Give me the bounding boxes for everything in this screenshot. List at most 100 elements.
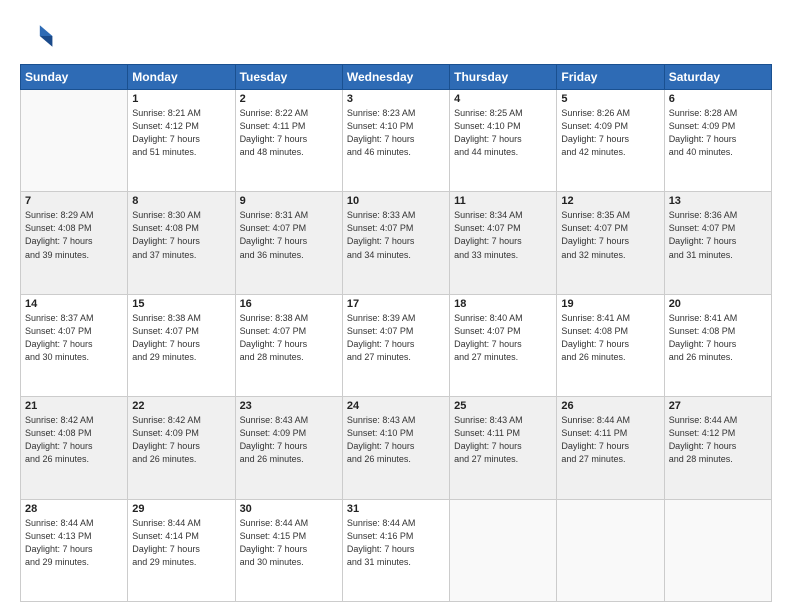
day-info: Sunrise: 8:43 AM Sunset: 4:09 PM Dayligh…: [240, 414, 338, 466]
day-info: Sunrise: 8:31 AM Sunset: 4:07 PM Dayligh…: [240, 209, 338, 261]
weekday-header-friday: Friday: [557, 65, 664, 90]
weekday-header-tuesday: Tuesday: [235, 65, 342, 90]
day-info: Sunrise: 8:44 AM Sunset: 4:16 PM Dayligh…: [347, 517, 445, 569]
day-number: 29: [132, 503, 230, 515]
day-info: Sunrise: 8:21 AM Sunset: 4:12 PM Dayligh…: [132, 107, 230, 159]
day-info: Sunrise: 8:30 AM Sunset: 4:08 PM Dayligh…: [132, 209, 230, 261]
day-number: 14: [25, 298, 123, 310]
day-number: 21: [25, 400, 123, 412]
calendar-cell: 20 Sunrise: 8:41 AM Sunset: 4:08 PM Dayli…: [664, 294, 771, 396]
calendar-cell: 4 Sunrise: 8:25 AM Sunset: 4:10 PM Daylig…: [450, 90, 557, 192]
weekday-header-thursday: Thursday: [450, 65, 557, 90]
day-number: 27: [669, 400, 767, 412]
calendar-cell: 25Sunrise: 8:43 AM Sunset: 4:11 PM Dayli…: [450, 397, 557, 499]
weekday-header-row: SundayMondayTuesdayWednesdayThursdayFrid…: [21, 65, 772, 90]
day-number: 13: [669, 195, 767, 207]
day-info: Sunrise: 8:44 AM Sunset: 4:12 PM Dayligh…: [669, 414, 767, 466]
calendar-cell: 12Sunrise: 8:35 AM Sunset: 4:07 PM Dayli…: [557, 192, 664, 294]
day-info: Sunrise: 8:33 AM Sunset: 4:07 PM Dayligh…: [347, 209, 445, 261]
calendar-cell: 29Sunrise: 8:44 AM Sunset: 4:14 PM Dayli…: [128, 499, 235, 601]
day-info: Sunrise: 8:40 AM Sunset: 4:07 PM Dayligh…: [454, 312, 552, 364]
calendar-cell: 11 Sunrise: 8:34 AM Sunset: 4:07 PM Dayli…: [450, 192, 557, 294]
calendar-cell: 9 Sunrise: 8:31 AM Sunset: 4:07 PM Daylig…: [235, 192, 342, 294]
day-number: 17: [347, 298, 445, 310]
calendar-cell: 13 Sunrise: 8:36 AM Sunset: 4:07 PM Dayli…: [664, 192, 771, 294]
calendar-cell: 23Sunrise: 8:43 AM Sunset: 4:09 PM Dayli…: [235, 397, 342, 499]
day-number: 19: [561, 298, 659, 310]
day-info: Sunrise: 8:38 AM Sunset: 4:07 PM Dayligh…: [132, 312, 230, 364]
day-number: 4: [454, 93, 552, 105]
calendar-cell: 30 Sunrise: 8:44 AM Sunset: 4:15 PM Dayli…: [235, 499, 342, 601]
day-info: Sunrise: 8:34 AM Sunset: 4:07 PM Dayligh…: [454, 209, 552, 261]
day-number: 9: [240, 195, 338, 207]
page: SundayMondayTuesdayWednesdayThursdayFrid…: [0, 0, 792, 612]
calendar-cell: 15 Sunrise: 8:38 AM Sunset: 4:07 PM Dayli…: [128, 294, 235, 396]
calendar-cell: 22Sunrise: 8:42 AM Sunset: 4:09 PM Dayli…: [128, 397, 235, 499]
calendar-cell: 19Sunrise: 8:41 AM Sunset: 4:08 PM Dayli…: [557, 294, 664, 396]
day-info: Sunrise: 8:41 AM Sunset: 4:08 PM Dayligh…: [669, 312, 767, 364]
day-number: 20: [669, 298, 767, 310]
weekday-header-sunday: Sunday: [21, 65, 128, 90]
day-number: 7: [25, 195, 123, 207]
day-number: 2: [240, 93, 338, 105]
day-info: Sunrise: 8:44 AM Sunset: 4:13 PM Dayligh…: [25, 517, 123, 569]
day-number: 15: [132, 298, 230, 310]
day-info: Sunrise: 8:37 AM Sunset: 4:07 PM Dayligh…: [25, 312, 123, 364]
calendar-cell: [557, 499, 664, 601]
calendar-cell: 17 Sunrise: 8:39 AM Sunset: 4:07 PM Dayli…: [342, 294, 449, 396]
day-number: 5: [561, 93, 659, 105]
day-info: Sunrise: 8:39 AM Sunset: 4:07 PM Dayligh…: [347, 312, 445, 364]
day-number: 6: [669, 93, 767, 105]
day-number: 8: [132, 195, 230, 207]
day-number: 30: [240, 503, 338, 515]
calendar-cell: 28Sunrise: 8:44 AM Sunset: 4:13 PM Dayli…: [21, 499, 128, 601]
logo-icon: [20, 18, 56, 54]
calendar-cell: [664, 499, 771, 601]
day-number: 24: [347, 400, 445, 412]
week-row-2: 7Sunrise: 8:29 AM Sunset: 4:08 PM Daylig…: [21, 192, 772, 294]
weekday-header-saturday: Saturday: [664, 65, 771, 90]
day-info: Sunrise: 8:23 AM Sunset: 4:10 PM Dayligh…: [347, 107, 445, 159]
day-number: 26: [561, 400, 659, 412]
calendar-cell: 18Sunrise: 8:40 AM Sunset: 4:07 PM Dayli…: [450, 294, 557, 396]
calendar-cell: 1 Sunrise: 8:21 AM Sunset: 4:12 PM Daylig…: [128, 90, 235, 192]
calendar-cell: 21 Sunrise: 8:42 AM Sunset: 4:08 PM Dayli…: [21, 397, 128, 499]
day-info: Sunrise: 8:35 AM Sunset: 4:07 PM Dayligh…: [561, 209, 659, 261]
calendar-cell: 14 Sunrise: 8:37 AM Sunset: 4:07 PM Dayli…: [21, 294, 128, 396]
day-number: 11: [454, 195, 552, 207]
calendar-cell: 5 Sunrise: 8:26 AM Sunset: 4:09 PM Daylig…: [557, 90, 664, 192]
calendar-cell: 16 Sunrise: 8:38 AM Sunset: 4:07 PM Dayli…: [235, 294, 342, 396]
calendar-cell: 8 Sunrise: 8:30 AM Sunset: 4:08 PM Daylig…: [128, 192, 235, 294]
calendar-cell: 2 Sunrise: 8:22 AM Sunset: 4:11 PM Daylig…: [235, 90, 342, 192]
calendar-cell: 24 Sunrise: 8:43 AM Sunset: 4:10 PM Dayli…: [342, 397, 449, 499]
day-number: 16: [240, 298, 338, 310]
calendar-cell: 26 Sunrise: 8:44 AM Sunset: 4:11 PM Dayli…: [557, 397, 664, 499]
day-info: Sunrise: 8:22 AM Sunset: 4:11 PM Dayligh…: [240, 107, 338, 159]
day-info: Sunrise: 8:43 AM Sunset: 4:10 PM Dayligh…: [347, 414, 445, 466]
day-info: Sunrise: 8:25 AM Sunset: 4:10 PM Dayligh…: [454, 107, 552, 159]
day-number: 3: [347, 93, 445, 105]
calendar-cell: [450, 499, 557, 601]
week-row-3: 14 Sunrise: 8:37 AM Sunset: 4:07 PM Dayli…: [21, 294, 772, 396]
week-row-1: 1 Sunrise: 8:21 AM Sunset: 4:12 PM Daylig…: [21, 90, 772, 192]
day-info: Sunrise: 8:38 AM Sunset: 4:07 PM Dayligh…: [240, 312, 338, 364]
calendar-table: SundayMondayTuesdayWednesdayThursdayFrid…: [20, 64, 772, 602]
week-row-4: 21 Sunrise: 8:42 AM Sunset: 4:08 PM Dayli…: [21, 397, 772, 499]
day-info: Sunrise: 8:26 AM Sunset: 4:09 PM Dayligh…: [561, 107, 659, 159]
day-info: Sunrise: 8:44 AM Sunset: 4:11 PM Dayligh…: [561, 414, 659, 466]
day-info: Sunrise: 8:43 AM Sunset: 4:11 PM Dayligh…: [454, 414, 552, 466]
day-info: Sunrise: 8:44 AM Sunset: 4:15 PM Dayligh…: [240, 517, 338, 569]
day-info: Sunrise: 8:42 AM Sunset: 4:08 PM Dayligh…: [25, 414, 123, 466]
logo: [20, 18, 60, 54]
day-number: 10: [347, 195, 445, 207]
day-number: 1: [132, 93, 230, 105]
day-info: Sunrise: 8:36 AM Sunset: 4:07 PM Dayligh…: [669, 209, 767, 261]
weekday-header-wednesday: Wednesday: [342, 65, 449, 90]
calendar-cell: 10 Sunrise: 8:33 AM Sunset: 4:07 PM Dayli…: [342, 192, 449, 294]
header: [20, 18, 772, 54]
day-info: Sunrise: 8:42 AM Sunset: 4:09 PM Dayligh…: [132, 414, 230, 466]
week-row-5: 28Sunrise: 8:44 AM Sunset: 4:13 PM Dayli…: [21, 499, 772, 601]
calendar-cell: 7Sunrise: 8:29 AM Sunset: 4:08 PM Daylig…: [21, 192, 128, 294]
calendar-cell: 31Sunrise: 8:44 AM Sunset: 4:16 PM Dayli…: [342, 499, 449, 601]
calendar-cell: 6Sunrise: 8:28 AM Sunset: 4:09 PM Daylig…: [664, 90, 771, 192]
